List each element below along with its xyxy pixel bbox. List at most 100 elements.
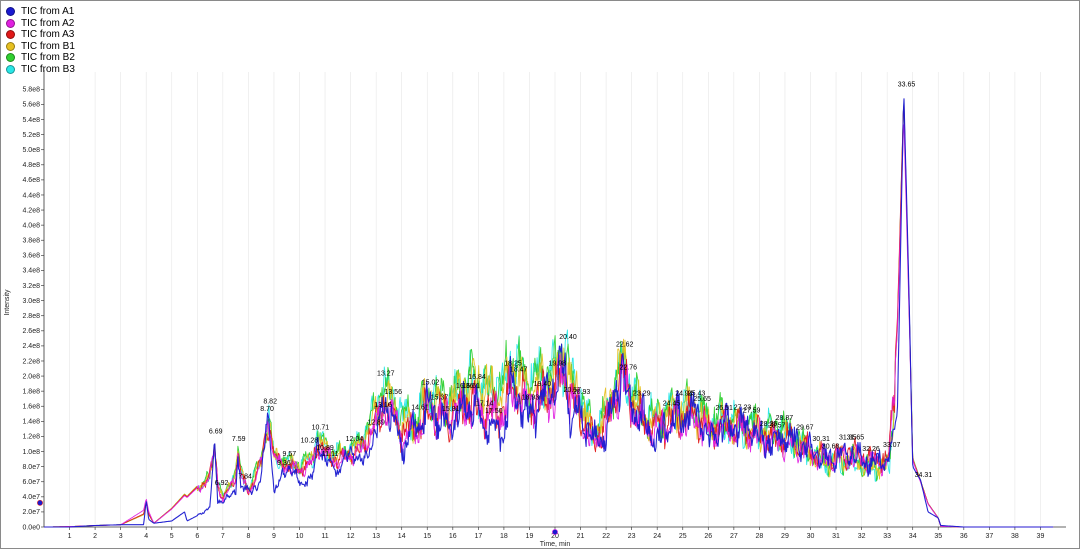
peak-label: 24.45 — [663, 401, 681, 408]
x-tick-label: 4 — [144, 533, 148, 540]
peak-label: 28.57 — [768, 422, 786, 429]
tic-chart: 1 2 3 4 5 6 7 8 9 10 11 12 13 14 15 16 17 18 19 20 21 22 23 24 2… — [4, 70, 1066, 548]
y-tick-label: 5.4e8 — [22, 117, 40, 124]
legend-label: TIC from A1 — [21, 6, 75, 18]
y-tick-label: 1.8e8 — [22, 388, 40, 395]
legend-marker-icon — [6, 53, 15, 63]
peak-label: 20.40 — [559, 334, 577, 341]
peak-label: 28.87 — [776, 415, 794, 422]
peak-label: 12.04 — [346, 436, 364, 443]
peak-label: 31.65 — [847, 434, 865, 441]
peak-label: 14.61 — [411, 404, 429, 411]
peak-label: 23.29 — [633, 391, 651, 398]
peak-label: 13.56 — [384, 389, 402, 396]
legend-marker-icon — [6, 64, 15, 74]
x-tick-label: 26 — [704, 533, 712, 540]
peak-label: 10.28 — [301, 438, 319, 445]
x-tick-label: 19 — [526, 533, 534, 540]
peak-label: 30.68 — [822, 444, 840, 451]
y-tick-label: 5.6e8 — [22, 102, 40, 109]
peak-label: 22.62 — [616, 342, 634, 349]
y-tick-label: 4.8e8 — [22, 162, 40, 169]
y-axis-title: Intensity — [4, 289, 11, 316]
peak-label: 27.59 — [743, 407, 761, 414]
x-tick-label: 33 — [883, 533, 891, 540]
peak-label: 13.16 — [374, 402, 392, 409]
peak-label: 9.57 — [283, 451, 297, 458]
legend-label: TIC from A2 — [21, 17, 75, 29]
legend-item: TIC from B2 — [6, 52, 75, 64]
x-tick-label: 36 — [960, 533, 968, 540]
peak-label: 19.98 — [548, 361, 566, 368]
legend-label: TIC from B3 — [21, 63, 75, 75]
peak-label: 15.37 — [431, 394, 449, 401]
peak-label: 13.27 — [377, 370, 395, 377]
x-tick-label: 1 — [68, 533, 72, 540]
legend-item: TIC from B1 — [6, 41, 75, 53]
x-tick-label: 17 — [474, 533, 482, 540]
peak-label: 12.89 — [367, 419, 385, 426]
legend-label: TIC from A3 — [21, 29, 75, 41]
peak-label: 16.84 — [468, 374, 486, 381]
peak-label: 30.31 — [812, 436, 830, 443]
y-tick-label: 8.0e7 — [22, 464, 40, 471]
x-tick-label: 16 — [449, 533, 457, 540]
x-tick-label: 9 — [272, 533, 276, 540]
y-tick-label: 2.0e8 — [22, 373, 40, 380]
y-tick-label: 4.2e8 — [22, 207, 40, 214]
y-tick-label: 2.2e8 — [22, 358, 40, 365]
x-tick-label: 6 — [195, 533, 199, 540]
peak-label: 32.26 — [862, 446, 880, 453]
peak-label: 19.40 — [534, 381, 552, 388]
legend-marker-icon — [6, 41, 15, 51]
x-tick-label: 25 — [679, 533, 687, 540]
legend-label: TIC from B1 — [21, 40, 75, 52]
peak-label: 18.47 — [510, 367, 528, 374]
legend: TIC from A1 TIC from A2 TIC from A3 TIC fro… — [6, 6, 75, 75]
peak-label: 33.65 — [898, 81, 916, 88]
legend-label: TIC from B2 — [21, 52, 75, 64]
x-tick-label: 38 — [1011, 533, 1019, 540]
x-tick-label: 39 — [1037, 533, 1045, 540]
legend-item: TIC from A3 — [6, 29, 75, 41]
y-tick-label: 4.4e8 — [22, 192, 40, 199]
peak-label: 7.84 — [238, 474, 252, 481]
x-tick-label: 12 — [347, 533, 355, 540]
x-axis-title: Time, min — [540, 541, 571, 548]
peak-label: 10.89 — [316, 445, 334, 452]
x-tick-label: 34 — [909, 533, 917, 540]
x-tick-label: 37 — [985, 533, 993, 540]
y-tick-label: 3.2e8 — [22, 283, 40, 290]
x-tick-label: 29 — [781, 533, 789, 540]
y-tick-label: 4.6e8 — [22, 177, 40, 184]
y-tick-label: 1.6e8 — [22, 404, 40, 411]
peak-label: 8.82 — [263, 398, 277, 405]
y-tick-label: 2.0e7 — [22, 509, 40, 516]
y-tick-label: 5.2e8 — [22, 132, 40, 139]
peak-label: 11.11 — [322, 451, 339, 458]
legend-marker-icon — [6, 30, 15, 40]
x-tick-label: 18 — [500, 533, 508, 540]
legend-item: TIC from B3 — [6, 64, 75, 76]
peak-label: 18.93 — [522, 394, 540, 401]
legend-item: TIC from A1 — [6, 6, 75, 18]
x-tick-label: 2 — [93, 533, 97, 540]
y-tick-label: 0.0e0 — [22, 524, 40, 531]
x-tick-label: 27 — [730, 533, 738, 540]
x-tick-label: 7 — [221, 533, 225, 540]
peak-label: 26.51 — [715, 405, 733, 412]
x-tick-label: 21 — [577, 533, 585, 540]
legend-marker-icon — [6, 7, 15, 17]
x-tick-label: 30 — [807, 533, 815, 540]
x-tick-label: 35 — [934, 533, 942, 540]
peak-label: 6.92 — [215, 480, 229, 487]
peak-label: 29.67 — [796, 425, 814, 432]
x-tick-label: 28 — [756, 533, 764, 540]
peak-label: 15.02 — [422, 379, 440, 386]
y-tick-label: 2.8e8 — [22, 313, 40, 320]
x-tick-label: 15 — [423, 533, 431, 540]
peak-label: 20.93 — [573, 389, 591, 396]
y-tick-label: 3.6e8 — [22, 253, 40, 260]
x-tick-label: 3 — [119, 533, 123, 540]
peak-label: 34.31 — [915, 472, 933, 479]
